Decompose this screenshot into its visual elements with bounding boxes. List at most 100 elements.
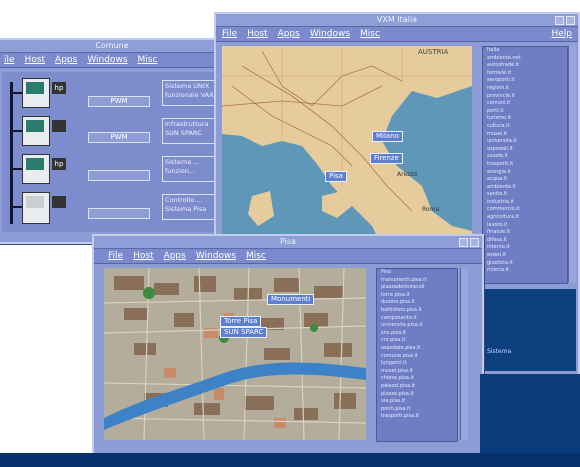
list-item[interactable]: giustizia.it — [487, 260, 563, 268]
minimize-icon[interactable] — [555, 16, 564, 25]
list-item[interactable]: ambiente.net — [487, 55, 563, 63]
list-item[interactable]: trasporti.pisa.it — [381, 413, 453, 421]
list-item[interactable]: finanze.it — [487, 229, 563, 237]
list-item[interactable]: regioni.it — [487, 85, 563, 93]
pisa-map[interactable]: Monumenti Torre Pisa SUN SPARC — [104, 268, 366, 440]
list-item[interactable]: duomo.pisa.it — [381, 299, 453, 307]
menu-host[interactable]: Host — [133, 251, 154, 261]
host-row-1[interactable]: hp PWM Sistema UNIX funzionale VAX/ — [2, 76, 220, 110]
list-item[interactable]: esteri.it — [487, 252, 563, 260]
menu-file[interactable]: File — [108, 251, 123, 261]
list-item[interactable]: acqua.it — [487, 176, 563, 184]
pisa-host-list[interactable]: Pisa monumenti.pisa.it piazzadeimiracoli to… — [376, 268, 458, 442]
menu-misc[interactable]: Misc — [138, 55, 158, 65]
window-italy-title: VXM Italia — [376, 15, 418, 24]
list-item[interactable]: turismo.it — [487, 115, 563, 123]
italy-list-scrollbar[interactable] — [568, 46, 576, 282]
minimize-icon[interactable] — [459, 238, 468, 247]
menu-misc[interactable]: Misc — [246, 251, 266, 261]
list-item[interactable]: cultura.it — [487, 123, 563, 131]
host-row-4[interactable]: Controllo ... Sistema Pisa — [2, 190, 220, 226]
map-marker-sun[interactable]: SUN SPARC — [220, 327, 268, 338]
italy-map[interactable]: AUSTRIA Milano Firenze Pisa Arezzo Roma — [222, 46, 472, 246]
list-item[interactable]: battistero.pisa.it — [381, 307, 453, 315]
menu-help[interactable]: Help — [551, 29, 572, 39]
list-item[interactable]: autostrade.it — [487, 62, 563, 70]
list-item[interactable]: ospedale.pisa.it — [381, 345, 453, 353]
list-item[interactable]: interno.it — [487, 244, 563, 252]
list-item[interactable]: Pisa — [381, 269, 453, 277]
window-pisa-title: Pisa — [280, 237, 296, 246]
menu-apps[interactable]: Apps — [278, 29, 300, 39]
list-item[interactable]: ospedali.it — [487, 146, 563, 154]
list-item[interactable]: torre.pisa.it — [381, 292, 453, 300]
menu-windows[interactable]: Windows — [310, 29, 350, 39]
map-marker-milano[interactable]: Milano — [372, 131, 403, 142]
connector-line — [10, 168, 22, 170]
list-item[interactable]: musei.it — [487, 131, 563, 139]
list-item[interactable]: monumenti.pisa.it — [381, 277, 453, 285]
list-item[interactable]: agricoltura.it — [487, 214, 563, 222]
list-item[interactable]: aeroporti.it — [487, 77, 563, 85]
window-italy-menubar: File Host Apps Windows Misc Help — [216, 27, 578, 42]
map-marker-pisa[interactable]: Pisa — [325, 171, 347, 182]
window-pisa-titlebar[interactable]: Pisa — [94, 236, 482, 249]
list-item[interactable]: industria.it — [487, 199, 563, 207]
list-item[interactable]: piazzadeimiracoli — [381, 284, 453, 292]
list-item[interactable]: comune.pisa.it — [381, 353, 453, 361]
list-item[interactable]: cnr.pisa.it — [381, 337, 453, 345]
host-label: PWM — [88, 96, 150, 107]
menu-apps[interactable]: Apps — [55, 55, 77, 65]
italy-footer-panel: Sistema — [482, 289, 576, 371]
austria-label: AUSTRIA — [418, 48, 449, 56]
menu-windows[interactable]: Windows — [87, 55, 127, 65]
list-item[interactable]: ferrovie.it — [487, 70, 563, 78]
menu-host[interactable]: Host — [25, 55, 46, 65]
menu-file[interactable]: File — [222, 29, 237, 39]
host-desc: Sistema UNIX funzionale VAX/ — [162, 80, 220, 106]
list-item[interactable]: musei.pisa.it — [381, 368, 453, 376]
list-item[interactable]: trasporti.it — [487, 161, 563, 169]
window-hosts-titlebar[interactable]: Comune — [0, 40, 226, 53]
window-italy-titlebar[interactable]: VXM Italia — [216, 14, 578, 27]
list-item[interactable]: ponti.pisa.it — [381, 406, 453, 414]
menu-apps[interactable]: Apps — [164, 251, 186, 261]
list-item[interactable]: commercio.it — [487, 206, 563, 214]
maximize-icon[interactable] — [566, 16, 575, 25]
map-marker-firenze[interactable]: Firenze — [370, 153, 403, 164]
list-item[interactable]: lungarni.it — [381, 360, 453, 368]
pisa-list-scrollbar[interactable] — [460, 268, 468, 440]
italy-host-list[interactable]: Italia ambiente.net autostrade.it ferrovie.… — [482, 46, 568, 284]
list-item[interactable]: piazze.pisa.it — [381, 391, 453, 399]
list-item[interactable]: ambiente.it — [487, 184, 563, 192]
list-item[interactable]: ricerca.it — [487, 267, 563, 275]
list-item[interactable]: porti.it — [487, 108, 563, 116]
list-item[interactable]: energia.it — [487, 169, 563, 177]
host-desc: Sistema ... funzion... — [162, 156, 220, 182]
list-item[interactable]: Italia — [487, 47, 563, 55]
maximize-icon[interactable] — [470, 238, 479, 247]
list-item[interactable]: difesa.it — [487, 237, 563, 245]
host-row-3[interactable]: hp Sistema ... funzion... — [2, 152, 220, 186]
tower-computer-icon — [22, 192, 50, 224]
list-item[interactable]: provincie.it — [487, 93, 563, 101]
list-item[interactable]: scuole.it — [487, 153, 563, 161]
host-desc: Controllo ... Sistema Pisa — [162, 194, 220, 220]
list-item[interactable]: lavoro.it — [487, 222, 563, 230]
list-item[interactable]: universita.pisa.it — [381, 322, 453, 330]
list-item[interactable]: chiese.pisa.it — [381, 375, 453, 383]
menu-misc[interactable]: Misc — [360, 29, 380, 39]
host-row-2[interactable]: PWM Infrastruttura SUN SPARC — [2, 114, 220, 148]
menu-windows[interactable]: Windows — [196, 251, 236, 261]
list-item[interactable]: vie.pisa.it — [381, 398, 453, 406]
list-item[interactable]: comuni.it — [487, 100, 563, 108]
map-marker-torre[interactable]: Torre Pisa — [220, 316, 262, 327]
list-item[interactable]: camposanto.it — [381, 315, 453, 323]
list-item[interactable]: universita.it — [487, 138, 563, 146]
menu-file[interactable]: ile — [4, 55, 15, 65]
map-marker-monumenti[interactable]: Monumenti — [267, 294, 315, 305]
menu-host[interactable]: Host — [247, 29, 268, 39]
list-item[interactable]: palazzi.pisa.it — [381, 383, 453, 391]
list-item[interactable]: sanita.it — [487, 191, 563, 199]
list-item[interactable]: sns.pisa.it — [381, 330, 453, 338]
